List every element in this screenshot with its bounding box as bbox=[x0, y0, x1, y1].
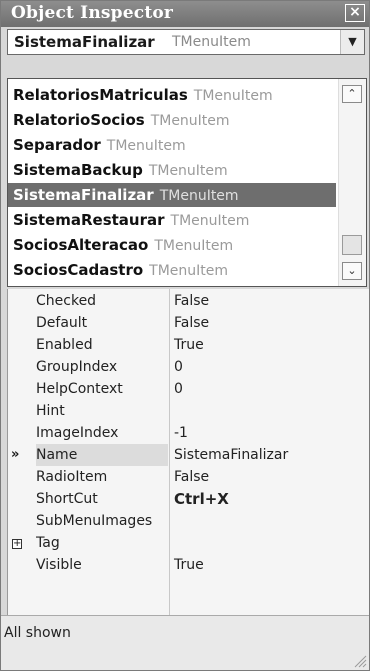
component-type: TMenuItem bbox=[154, 238, 234, 254]
component-name: RelatorioSocios bbox=[13, 111, 145, 129]
property-row-hint[interactable]: Hint bbox=[28, 400, 370, 422]
property-value[interactable]: 0 bbox=[174, 378, 183, 400]
close-button[interactable]: × bbox=[345, 4, 365, 22]
expand-icon[interactable]: + bbox=[12, 539, 22, 549]
property-value[interactable]: SistemaFinalizar bbox=[174, 444, 288, 466]
component-dropdown-list[interactable]: RelatoriosMatriculas TMenuItem RelatorioS… bbox=[7, 78, 367, 287]
property-value[interactable]: 0 bbox=[174, 356, 183, 378]
component-type: TMenuItem bbox=[170, 213, 250, 229]
property-name: Enabled bbox=[36, 337, 93, 353]
component-type: TMenuItem bbox=[193, 88, 273, 104]
property-name: Hint bbox=[36, 403, 65, 419]
property-name: Checked bbox=[36, 293, 97, 309]
property-name: GroupIndex bbox=[36, 359, 118, 375]
component-name: SistemaBackup bbox=[13, 161, 143, 179]
property-name: Tag bbox=[36, 535, 60, 551]
property-value[interactable]: False bbox=[174, 312, 209, 334]
selected-component-type: TMenuItem bbox=[172, 34, 251, 50]
property-row-enabled[interactable]: Enabled True bbox=[28, 334, 370, 356]
resize-grip-icon[interactable] bbox=[351, 652, 367, 668]
property-name: SubMenuImages bbox=[36, 513, 153, 529]
property-row-checked[interactable]: Checked False bbox=[28, 290, 370, 312]
property-name: Default bbox=[36, 315, 88, 331]
title-bar[interactable]: Object Inspector × bbox=[1, 1, 369, 27]
property-row-helpcontext[interactable]: HelpContext 0 bbox=[28, 378, 370, 400]
scroll-up-icon[interactable]: ⌃ bbox=[342, 85, 362, 103]
property-value[interactable]: Ctrl+X bbox=[174, 488, 229, 510]
chevron-down-icon[interactable]: ▼ bbox=[340, 30, 364, 54]
component-name: Separador bbox=[13, 136, 101, 154]
list-item[interactable]: RelatoriosMatriculas TMenuItem bbox=[8, 83, 336, 107]
dropdown-scrollbar[interactable]: ⌃ ⌄ bbox=[338, 79, 366, 286]
list-item[interactable]: SociosAlteracao TMenuItem bbox=[8, 233, 336, 257]
status-bar: All shown bbox=[1, 615, 369, 670]
list-item[interactable]: SistemaBackup TMenuItem bbox=[8, 158, 336, 182]
object-inspector-window: Object Inspector × SistemaFinalizar TMen… bbox=[0, 0, 370, 671]
component-type: TMenuItem bbox=[159, 188, 239, 204]
property-value[interactable]: -1 bbox=[174, 422, 188, 444]
property-name: ShortCut bbox=[36, 491, 98, 507]
property-name: Visible bbox=[36, 557, 82, 573]
component-type: TMenuItem bbox=[148, 163, 228, 179]
list-item[interactable]: RelatorioSocios TMenuItem bbox=[8, 108, 336, 132]
property-name: RadioItem bbox=[36, 469, 108, 485]
list-item[interactable]: SociosCadastro TMenuItem bbox=[8, 258, 336, 282]
property-row-visible[interactable]: Visible True bbox=[28, 554, 370, 576]
scroll-thumb[interactable] bbox=[342, 235, 362, 255]
property-value[interactable]: True bbox=[174, 334, 204, 356]
property-name: HelpContext bbox=[36, 381, 123, 397]
selected-component-name: SistemaFinalizar bbox=[14, 33, 155, 51]
property-row-groupindex[interactable]: GroupIndex 0 bbox=[28, 356, 370, 378]
component-selector[interactable]: SistemaFinalizar TMenuItem ▼ bbox=[7, 29, 365, 55]
component-type: TMenuItem bbox=[149, 263, 229, 279]
active-row-marker-icon: » bbox=[11, 447, 20, 462]
status-text[interactable]: All shown bbox=[4, 625, 71, 641]
component-name: SociosCadastro bbox=[13, 261, 144, 279]
list-item[interactable]: SistemaRestaurar TMenuItem bbox=[8, 208, 336, 232]
property-row-radioitem[interactable]: RadioItem False bbox=[28, 466, 370, 488]
window-title: Object Inspector bbox=[11, 3, 174, 23]
property-name: ImageIndex bbox=[36, 425, 119, 441]
component-type: TMenuItem bbox=[106, 138, 186, 154]
property-grid: Checked False Default False Enabled True… bbox=[7, 289, 369, 615]
list-item[interactable]: Separador TMenuItem bbox=[8, 133, 336, 157]
component-name: RelatoriosMatriculas bbox=[13, 86, 188, 104]
property-value[interactable]: False bbox=[174, 290, 209, 312]
scroll-down-icon[interactable]: ⌄ bbox=[342, 262, 362, 280]
property-value[interactable]: True bbox=[174, 554, 204, 576]
property-row-default[interactable]: Default False bbox=[28, 312, 370, 334]
list-item-selected[interactable]: SistemaFinalizar TMenuItem bbox=[8, 183, 336, 207]
component-name: SistemaFinalizar bbox=[13, 186, 154, 204]
property-row-shortcut[interactable]: ShortCut Ctrl+X bbox=[28, 488, 370, 510]
component-name: SistemaRestaurar bbox=[13, 211, 165, 229]
property-row-name[interactable]: Name SistemaFinalizar bbox=[28, 444, 370, 466]
component-name: SociosAlteracao bbox=[13, 236, 149, 254]
property-value[interactable]: False bbox=[174, 466, 209, 488]
property-row-imageindex[interactable]: ImageIndex -1 bbox=[28, 422, 370, 444]
property-row-tag[interactable]: Tag bbox=[28, 532, 370, 554]
component-type: TMenuItem bbox=[150, 113, 230, 129]
property-name: Name bbox=[36, 444, 168, 466]
property-row-submenuimages[interactable]: SubMenuImages bbox=[28, 510, 370, 532]
